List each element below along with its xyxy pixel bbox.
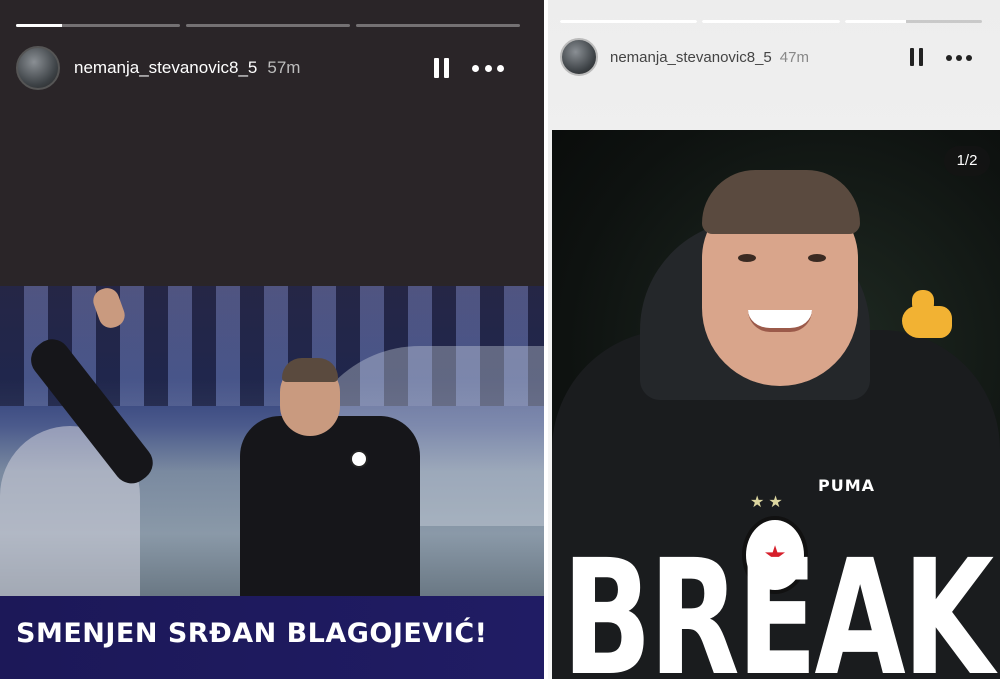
pause-icon[interactable] xyxy=(434,58,450,78)
story-left[interactable]: nemanja_stevanovic8_5 57m SMENJEN SRĐAN … xyxy=(0,0,544,679)
username[interactable]: nemanja_stevanovic8_5 xyxy=(74,58,257,78)
hair xyxy=(702,170,860,234)
brand-logo: PUMA xyxy=(818,476,876,495)
avatar[interactable] xyxy=(16,46,60,90)
progress-segment xyxy=(356,24,520,27)
username[interactable]: nemanja_stevanovic8_5 xyxy=(610,49,772,66)
timestamp: 57m xyxy=(267,58,301,77)
flexed-biceps-icon xyxy=(902,290,956,346)
progress-segment xyxy=(560,20,698,23)
caption-text: SMENJEN SRĐAN BLAGOJEVIĆ! xyxy=(16,618,488,649)
more-horizontal-icon[interactable] xyxy=(946,48,972,68)
club-badge-icon xyxy=(350,450,368,468)
pause-icon[interactable] xyxy=(910,48,926,66)
story-header: nemanja_stevanovic8_5 57m xyxy=(16,46,520,90)
progress-bar-row xyxy=(16,24,520,27)
caption-bar: SMENJEN SRĐAN BLAGOJEVIĆ! xyxy=(0,596,544,679)
progress-segment xyxy=(702,20,840,23)
story-header: nemanja_stevanovic8_5 47m xyxy=(560,38,982,76)
progress-segment xyxy=(16,24,180,27)
progress-segment xyxy=(844,20,982,23)
story-right[interactable]: nemanja_stevanovic8_5 47m 1/2 PUMA ★★ ★ … xyxy=(548,0,1000,679)
coach-figure xyxy=(23,286,420,596)
carousel-counter: 1/2 xyxy=(944,146,990,176)
story-photo xyxy=(0,286,544,596)
headline-text: BREAKING xyxy=(562,524,1000,679)
avatar[interactable] xyxy=(560,38,598,76)
story-photo: 1/2 PUMA ★★ ★ BREAKING xyxy=(552,130,1000,679)
timestamp: 47m xyxy=(779,48,809,66)
eye xyxy=(808,254,826,262)
stars-icon: ★★ xyxy=(750,494,787,511)
progress-segment xyxy=(186,24,350,27)
more-horizontal-icon[interactable] xyxy=(472,58,504,78)
progress-bar-row xyxy=(560,20,982,23)
eye xyxy=(738,254,756,262)
